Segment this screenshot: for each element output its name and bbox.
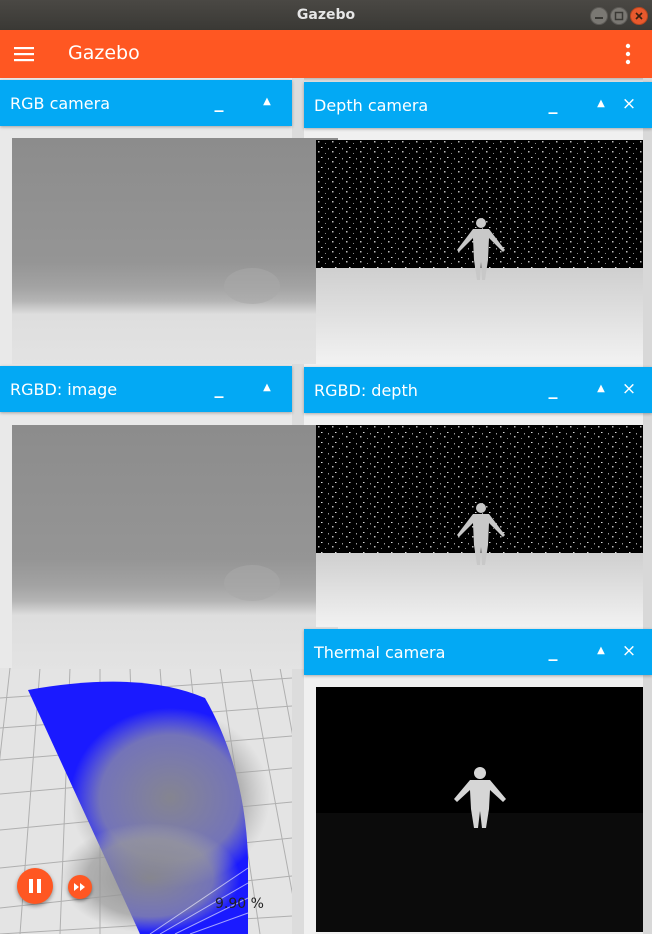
depth-camera-image bbox=[316, 140, 643, 364]
fast-forward-icon bbox=[74, 883, 85, 891]
depth-camera-minimize-button[interactable]: _ bbox=[538, 90, 568, 120]
window-maximize-icon bbox=[614, 11, 624, 21]
window-titlebar: Gazebo bbox=[0, 0, 652, 30]
pause-button[interactable] bbox=[17, 868, 53, 904]
close-icon: × bbox=[621, 94, 637, 114]
app-title: Gazebo bbox=[68, 42, 140, 64]
window-maximize-button[interactable] bbox=[610, 7, 628, 25]
dock-icon: ▲ bbox=[597, 383, 605, 394]
playback-controls: 9.90 % bbox=[0, 860, 292, 920]
rgbd-image-image bbox=[12, 425, 338, 669]
depth-camera-close-button[interactable]: × bbox=[614, 90, 644, 120]
menu-icon[interactable] bbox=[14, 44, 34, 64]
window-minimize-icon bbox=[595, 17, 603, 19]
dock-icon: ▲ bbox=[597, 98, 605, 109]
window-title: Gazebo bbox=[296, 7, 356, 23]
rgbd-depth-dock-button[interactable]: ▲ bbox=[586, 375, 616, 405]
rgbd-depth-close-button[interactable]: × bbox=[614, 375, 644, 405]
pause-icon bbox=[29, 879, 41, 893]
rgbd-depth-minimize-button[interactable]: _ bbox=[538, 375, 568, 405]
depth-camera-header[interactable]: Depth camera _ ▲ × bbox=[304, 82, 652, 128]
rgbd-depth-header[interactable]: RGBD: depth _ ▲ × bbox=[304, 367, 652, 413]
thermal-camera-minimize-button[interactable]: _ bbox=[538, 637, 568, 667]
rgbd-depth-image bbox=[316, 425, 643, 627]
step-forward-button[interactable] bbox=[68, 875, 92, 899]
thermal-camera-header[interactable]: Thermal camera _ ▲ × bbox=[304, 629, 652, 675]
minimize-icon: _ bbox=[214, 92, 224, 113]
close-icon: × bbox=[621, 379, 637, 399]
dock-icon: ▲ bbox=[263, 382, 271, 393]
thermal-camera-dock-button[interactable]: ▲ bbox=[586, 637, 616, 667]
app-toolbar: Gazebo bbox=[0, 30, 652, 78]
minimize-icon: _ bbox=[548, 641, 558, 662]
rgbd-image-minimize-button[interactable]: _ bbox=[204, 374, 234, 404]
rgb-camera-image bbox=[12, 138, 338, 364]
right-edge bbox=[643, 78, 652, 934]
rgb-camera-title: RGB camera bbox=[10, 94, 110, 113]
rgb-camera-header[interactable]: RGB camera _ ▲ bbox=[0, 80, 292, 126]
depth-camera-dock-button[interactable]: ▲ bbox=[586, 90, 616, 120]
rgbd-image-dock-button[interactable]: ▲ bbox=[252, 374, 282, 404]
rgbd-depth-title: RGBD: depth bbox=[314, 381, 418, 400]
close-icon: × bbox=[621, 641, 637, 661]
thermal-camera-title: Thermal camera bbox=[314, 643, 446, 662]
minimize-icon: _ bbox=[214, 378, 224, 399]
window-close-icon bbox=[635, 12, 643, 20]
window-minimize-button[interactable] bbox=[590, 7, 608, 25]
dock-icon: ▲ bbox=[597, 645, 605, 656]
minimize-icon: _ bbox=[548, 379, 558, 400]
rgb-camera-dock-button[interactable]: ▲ bbox=[252, 88, 282, 118]
depth-camera-title: Depth camera bbox=[314, 96, 429, 115]
more-vert-icon[interactable] bbox=[618, 43, 638, 65]
rgbd-image-header[interactable]: RGBD: image _ ▲ bbox=[0, 366, 292, 412]
thermal-camera-image bbox=[316, 687, 643, 932]
dock-icon: ▲ bbox=[263, 96, 271, 107]
rgbd-image-title: RGBD: image bbox=[10, 380, 118, 399]
minimize-icon: _ bbox=[548, 94, 558, 115]
real-time-factor: 9.90 % bbox=[215, 896, 264, 912]
window-close-button[interactable] bbox=[630, 7, 648, 25]
rgb-camera-minimize-button[interactable]: _ bbox=[204, 88, 234, 118]
thermal-camera-close-button[interactable]: × bbox=[614, 637, 644, 667]
